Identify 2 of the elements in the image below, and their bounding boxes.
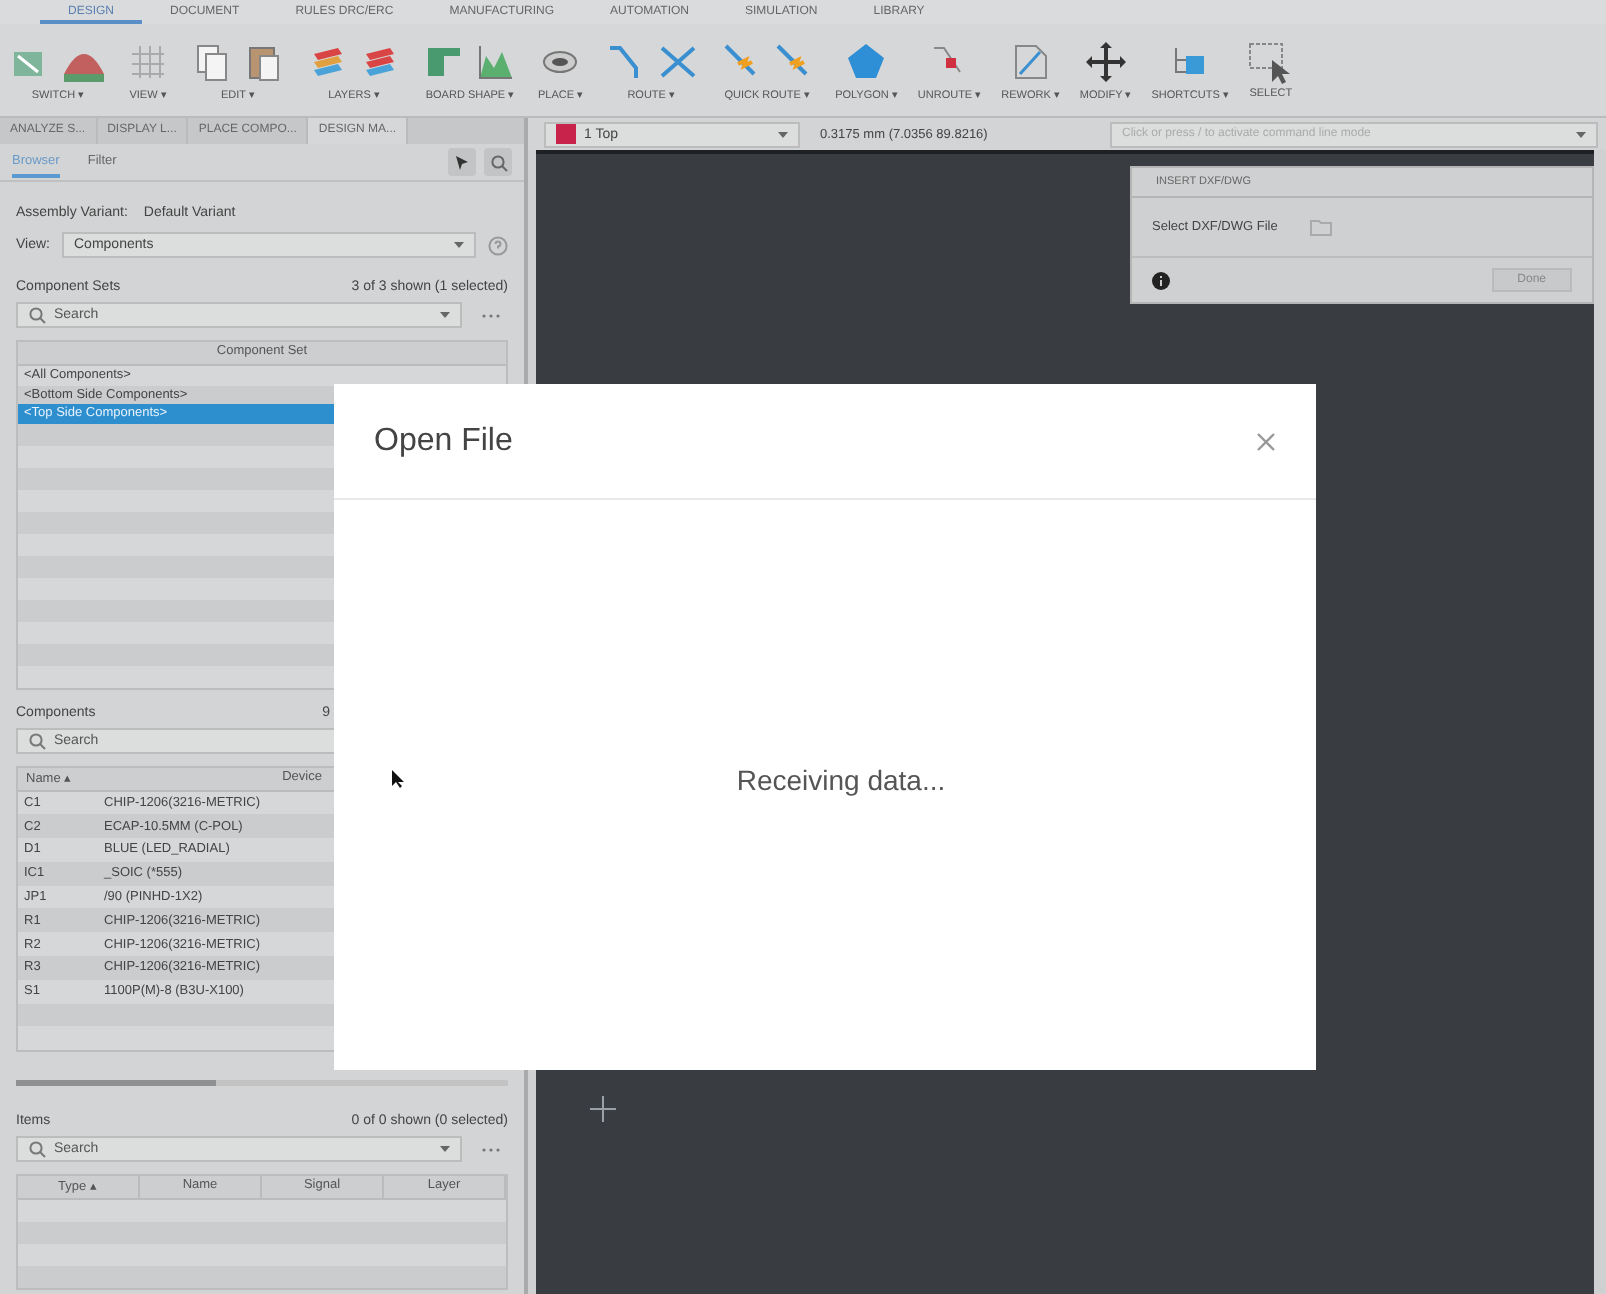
dialog-title: Open File xyxy=(374,423,513,459)
status-message: Receiving data... xyxy=(736,763,946,795)
